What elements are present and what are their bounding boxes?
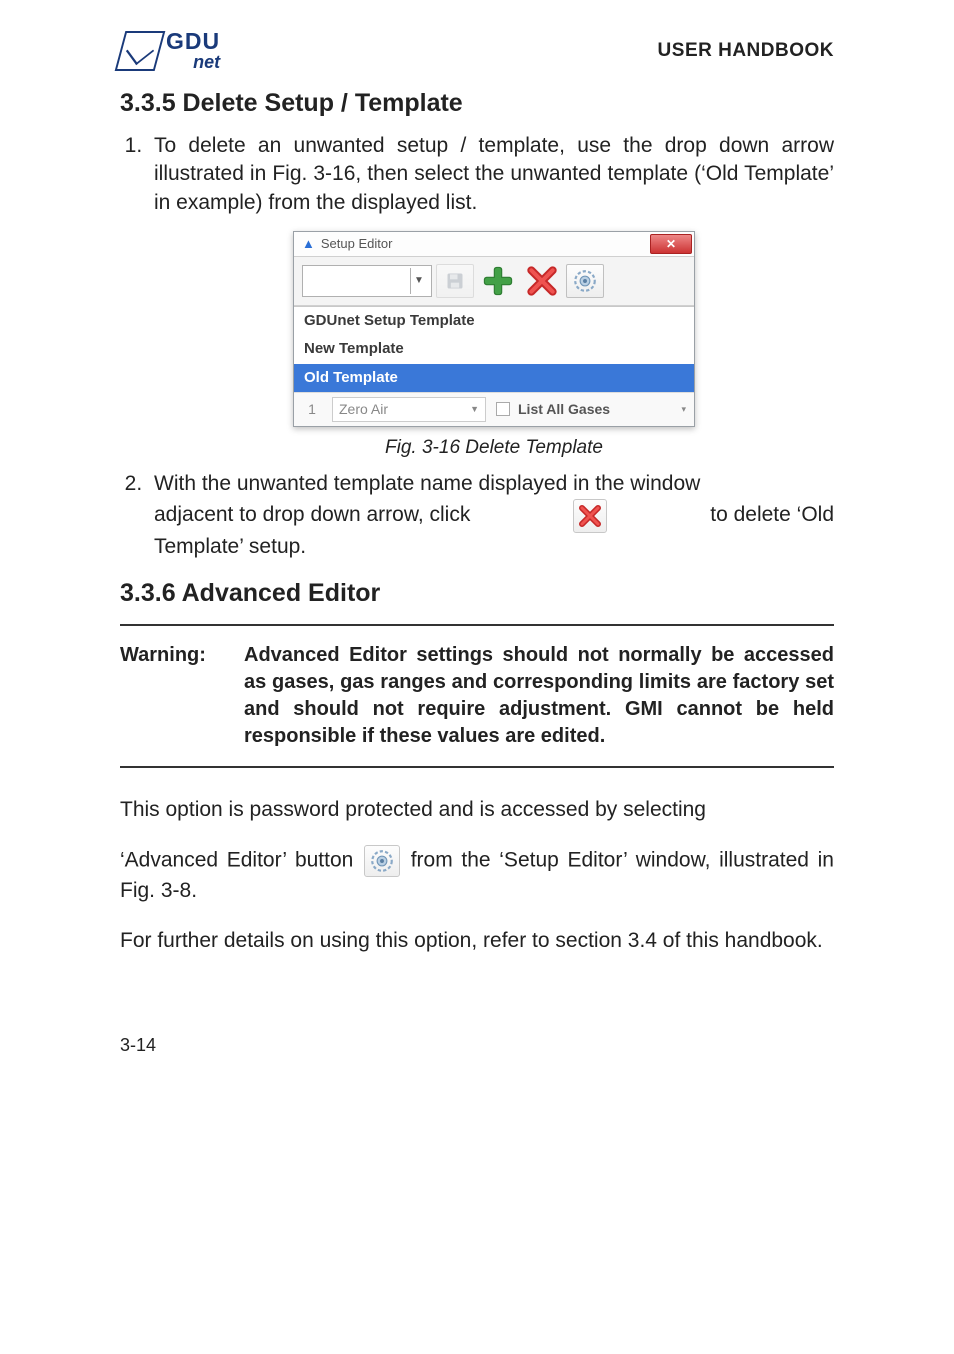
app-icon: ▲ (302, 235, 315, 253)
heading-336: 3.3.6 Advanced Editor (120, 579, 834, 608)
setup-editor-window: ▲ Setup Editor ✕ ▼ (293, 231, 695, 427)
template-option[interactable]: New Template (294, 335, 694, 363)
add-template-button[interactable] (478, 263, 518, 299)
toolbar: ▼ (294, 257, 694, 306)
step-2-line-3: Template’ setup. (154, 533, 834, 561)
para-advanced-a: ‘Advanced Editor’ button (120, 849, 353, 872)
page-number: 3-14 (120, 1035, 834, 1056)
heading-335: 3.3.5 Delete Setup / Template (120, 89, 834, 118)
logo-text-top: GDU (166, 30, 220, 53)
page: GDU net USER HANDBOOK 3.3.5 Delete Setup… (0, 0, 954, 1096)
window-title: Setup Editor (321, 235, 393, 253)
inline-advanced-editor-button[interactable] (364, 845, 400, 877)
logo-text-bottom: net (166, 53, 220, 71)
step-2-seg-b: to delete ‘Old (710, 501, 834, 529)
chevron-down-icon: ▼ (410, 268, 427, 294)
checkbox-icon (496, 402, 510, 416)
figure-caption: Fig. 3-16 Delete Template (385, 435, 603, 461)
doc-title: USER HANDBOOK (658, 40, 834, 62)
list-all-gases[interactable]: List All Gases (496, 400, 610, 419)
template-option[interactable]: GDUnet Setup Template (294, 307, 694, 335)
warning-block: Warning: Advanced Editor settings should… (120, 642, 834, 750)
para-further-details: For further details on using this option… (120, 927, 834, 955)
template-dropdown-open: GDUnet Setup Template New Template Old T… (294, 306, 694, 392)
warning-body: Advanced Editor settings should not norm… (244, 642, 834, 750)
window-titlebar: ▲ Setup Editor ✕ (294, 232, 694, 257)
save-button-disabled (436, 264, 474, 298)
gas-row: 1 Zero Air ▼ List All Gases ▾ (294, 392, 694, 426)
warning-label: Warning: (120, 642, 230, 750)
delete-x-icon (526, 265, 558, 297)
rule-top (120, 624, 834, 626)
step-1: To delete an unwanted setup / template, … (148, 132, 834, 460)
figure-3-16: ▲ Setup Editor ✕ ▼ (154, 231, 834, 460)
logo-mark-icon (115, 31, 166, 71)
chevron-down-icon: ▼ (470, 403, 479, 415)
step-2-seg-a: adjacent to drop down arrow, click (154, 501, 470, 529)
rule-bottom (120, 766, 834, 768)
delete-x-icon (578, 504, 602, 528)
delete-template-button[interactable] (522, 263, 562, 299)
step-1-text: To delete an unwanted setup / template, … (154, 134, 834, 214)
gear-icon (369, 848, 395, 874)
para-password: This option is password protected and is… (120, 796, 834, 824)
chevron-down-icon: ▾ (681, 403, 686, 415)
steps-list: To delete an unwanted setup / template, … (120, 132, 834, 561)
template-combo[interactable]: ▼ (302, 265, 432, 297)
para-advanced-button: ‘Advanced Editor’ button from the ‘Setup… (120, 845, 834, 905)
gas-select-value: Zero Air (339, 400, 388, 419)
gear-icon (572, 268, 598, 294)
save-icon (445, 271, 465, 291)
page-header: GDU net USER HANDBOOK (120, 30, 834, 71)
logo-text: GDU net (166, 30, 220, 71)
plus-icon (481, 264, 515, 298)
gas-row-index: 1 (302, 400, 322, 419)
template-option-selected[interactable]: Old Template (294, 364, 694, 392)
gas-select[interactable]: Zero Air ▼ (332, 397, 486, 422)
window-close-button[interactable]: ✕ (650, 234, 692, 254)
close-icon: ✕ (666, 236, 676, 252)
step-2-line-1: With the unwanted template name displaye… (154, 470, 834, 498)
logo: GDU net (120, 30, 220, 71)
advanced-editor-button[interactable] (566, 264, 604, 298)
inline-delete-button[interactable] (573, 499, 607, 533)
step-2: With the unwanted template name displaye… (148, 470, 834, 561)
list-all-gases-label: List All Gases (518, 400, 610, 419)
